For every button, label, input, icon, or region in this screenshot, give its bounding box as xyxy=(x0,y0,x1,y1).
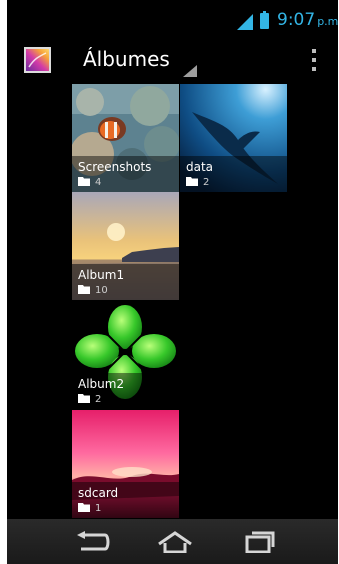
album-album1[interactable]: Album1 10 xyxy=(72,192,179,300)
back-icon[interactable] xyxy=(75,531,111,553)
album-name: data xyxy=(186,160,214,174)
folder-icon xyxy=(78,394,90,403)
album-count: 2 xyxy=(95,394,102,405)
screen: 9:07p.m. Álbumes xyxy=(7,0,338,564)
album-album2[interactable]: Album2 2 xyxy=(72,301,179,409)
album-name: sdcard xyxy=(78,486,119,500)
recent-apps-icon[interactable] xyxy=(245,531,275,553)
gallery-app-icon[interactable] xyxy=(24,47,51,73)
navigation-bar xyxy=(7,519,338,564)
folder-icon xyxy=(78,285,90,294)
album-count: 10 xyxy=(95,285,108,296)
album-screenshots[interactable]: Screenshots 4 xyxy=(72,84,179,192)
album-name: Screenshots xyxy=(78,160,152,174)
album-name: Album1 xyxy=(78,268,125,282)
album-data[interactable]: data 2 xyxy=(180,84,287,192)
album-count: 4 xyxy=(95,177,102,188)
album-count: 2 xyxy=(203,177,210,188)
clock-ampm: p.m. xyxy=(317,15,338,28)
folder-icon xyxy=(78,177,90,186)
status-bar: 9:07p.m. xyxy=(7,0,338,38)
folder-icon xyxy=(78,503,90,512)
signal-icon xyxy=(237,14,253,30)
overflow-menu-icon[interactable] xyxy=(307,49,321,71)
album-name: Album2 xyxy=(78,377,125,391)
album-count: 1 xyxy=(95,503,102,514)
battery-icon xyxy=(260,11,269,29)
clock-time: 9:07 xyxy=(277,10,316,30)
folder-icon xyxy=(186,177,198,186)
album-dropdown-title[interactable]: Álbumes xyxy=(83,47,170,71)
album-sdcard[interactable]: sdcard 1 xyxy=(72,410,179,518)
dropdown-indicator-icon[interactable] xyxy=(183,65,197,77)
clock: 9:07p.m. xyxy=(277,10,338,30)
home-icon[interactable] xyxy=(157,531,193,553)
